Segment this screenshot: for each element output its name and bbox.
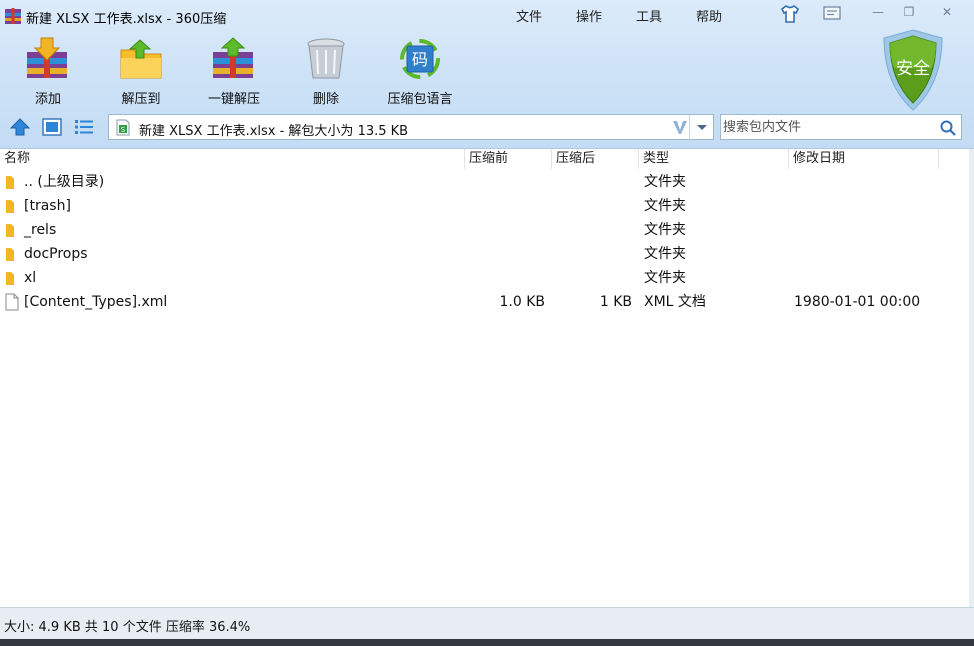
file-name: xl [24,270,37,286]
file-list-header: 名称 压缩前 压缩后 类型 修改日期 [0,149,974,169]
file-modified: 1980-01-01 00:00 [794,294,921,310]
list-right-edge [969,149,974,607]
file-type: 文件夹 [644,270,686,286]
one-click-extract-label: 一键解压 [207,92,260,107]
file-compressed [552,266,632,290]
column-header-compressed[interactable]: 压缩后 [552,149,639,169]
file-packed [465,194,545,218]
one-click-extract-button[interactable]: 一键解压 [194,36,274,107]
delete-button[interactable]: 删除 [286,36,366,107]
column-header-name[interactable]: 名称 [0,149,465,169]
file-compressed [552,170,632,194]
table-row[interactable]: _rels 文件夹 [0,218,960,242]
file-name: [trash] [24,198,71,214]
archive-language-glyph: 码 [412,50,428,69]
folder-icon [6,248,14,261]
status-text: 大小: 4.9 KB 共 10 个文件 压缩率 36.4% [4,620,251,635]
window-title: 新建 XLSX 工作表.xlsx - 360压缩 [26,12,227,27]
file-packed [465,242,545,266]
file-icon [5,293,19,311]
delete-label: 删除 [312,92,339,107]
tshirt-icon[interactable] [779,4,801,24]
column-header-packed[interactable]: 压缩前 [465,149,552,169]
svg-text:S: S [121,126,126,134]
add-label: 添加 [34,92,61,107]
archive-language-label: 压缩包语言 [387,92,453,107]
file-name: docProps [24,246,88,262]
folder-extract-icon [120,39,162,79]
xlsx-file-icon: S [116,119,130,136]
archive-language-button[interactable]: 码 压缩包语言 [380,36,460,107]
add-button[interactable]: 添加 [8,36,88,107]
file-name: _rels [24,222,57,238]
column-header-type[interactable]: 类型 [639,149,789,169]
status-bar: 大小: 4.9 KB 共 10 个文件 压缩率 36.4% [0,607,974,640]
file-packed [465,218,545,242]
table-row[interactable]: [trash] 文件夹 [0,194,960,218]
file-type: 文件夹 [644,174,686,190]
menu-file[interactable]: 文件 [516,6,542,25]
file-type: 文件夹 [644,246,686,262]
folder-icon [6,224,14,237]
table-row[interactable]: docProps 文件夹 [0,242,960,266]
search-icon[interactable] [939,119,957,137]
folder-icon [6,272,14,285]
file-packed [465,266,545,290]
bottom-strip [0,639,974,646]
menu-help[interactable]: 帮助 [696,6,722,25]
chevron-down-icon [697,125,707,130]
column-header-modified[interactable]: 修改日期 [789,149,939,169]
file-compressed: 1 KB [599,294,632,310]
path-text: 新建 XLSX 工作表.xlsx - 解包大小为 13.5 KB [139,124,409,139]
top-chrome: 新建 XLSX 工作表.xlsx - 360压缩 文件 操作 工具 帮助 — ❐… [0,0,974,149]
table-row[interactable]: .. (上级目录) 文件夹 [0,170,960,194]
list-view-icon[interactable] [73,117,95,137]
table-row[interactable]: xl 文件夹 [0,266,960,290]
verify-icon[interactable] [671,117,689,137]
menu-tools[interactable]: 工具 [636,6,662,25]
one-click-extract-icon [213,37,253,78]
folder-icon [6,200,14,213]
minimize-button[interactable]: — [866,3,890,21]
path-dropdown-button[interactable] [689,115,713,139]
title-bar: 新建 XLSX 工作表.xlsx - 360压缩 文件 操作 工具 帮助 — ❐… [0,0,974,30]
file-type: 文件夹 [644,222,686,238]
file-compressed [552,218,632,242]
file-type: 文件夹 [644,198,686,214]
thumbnail-view-icon[interactable] [41,117,63,137]
security-shield-icon[interactable]: 安全 [878,28,948,112]
app-logo-icon [5,8,21,24]
file-packed [465,170,545,194]
app-window: 新建 XLSX 工作表.xlsx - 360压缩 文件 操作 工具 帮助 — ❐… [0,0,974,646]
file-name: .. (上级目录) [24,174,105,190]
folder-icon [6,176,14,189]
file-type: XML 文档 [644,294,706,310]
menu-operation[interactable]: 操作 [576,6,602,25]
code-page-icon: 码 [400,39,440,79]
file-compressed [552,242,632,266]
search-input[interactable] [723,117,933,137]
path-bar[interactable]: S 新建 XLSX 工作表.xlsx - 解包大小为 13.5 KB [108,114,714,140]
search-box [720,114,962,140]
add-archive-icon [27,37,67,78]
up-arrow-icon[interactable] [9,117,31,137]
message-icon[interactable] [821,4,843,24]
extract-to-label: 解压到 [121,92,161,107]
trash-can-icon [307,38,345,79]
table-row[interactable]: [Content_Types].xml 1.0 KB 1 KB XML 文档 1… [0,290,960,314]
shield-label: 安全 [896,59,930,79]
extract-to-button[interactable]: 解压到 [101,36,181,107]
close-button[interactable]: ✕ [935,3,959,21]
file-compressed [552,194,632,218]
file-packed: 1.0 KB [499,294,546,310]
file-name: [Content_Types].xml [24,294,168,310]
maximize-button[interactable]: ❐ [897,3,921,21]
